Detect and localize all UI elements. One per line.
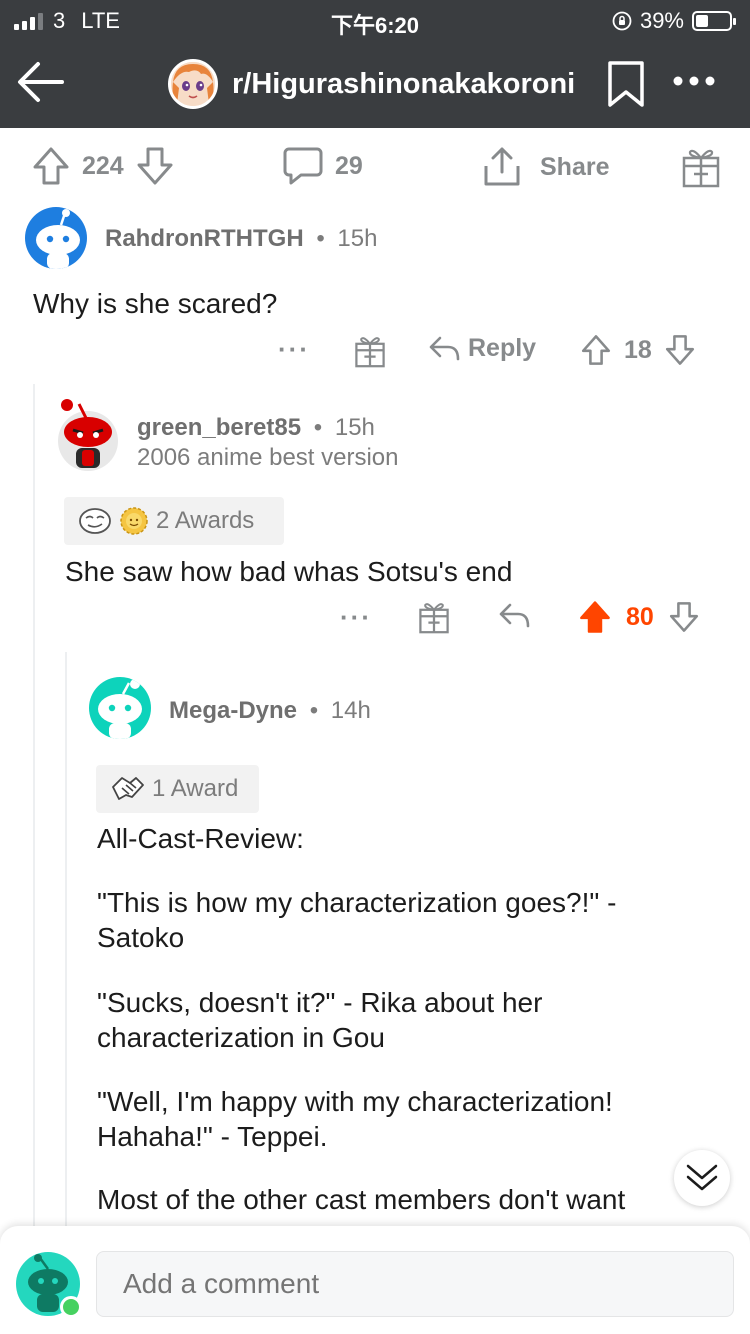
- comment-2-reply-button[interactable]: [498, 602, 530, 630]
- back-button[interactable]: [10, 54, 70, 110]
- post-award-button[interactable]: [681, 146, 721, 188]
- gift-icon: [419, 603, 449, 634]
- reply-icon: [499, 603, 530, 628]
- thread-line-depth-1[interactable]: [33, 384, 35, 1226]
- subreddit-title[interactable]: r/Higurashinonakakoroni: [168, 59, 575, 109]
- scroll-next-button[interactable]: [674, 1150, 730, 1206]
- comment-2-meta: green_beret85 • 15h: [137, 414, 375, 441]
- comment-2-username[interactable]: green_beret85: [137, 414, 301, 441]
- award-face-icon: [79, 508, 111, 534]
- comment-3-username[interactable]: Mega-Dyne: [169, 697, 297, 724]
- gift-icon: [682, 149, 720, 188]
- comment-1-reply-button[interactable]: Reply: [428, 334, 536, 363]
- orientation-lock-icon: [612, 11, 632, 31]
- top-header: 3 LTE 下午6:20 39% r/Higurashinonakakoroni: [0, 0, 750, 128]
- upvote-active-icon[interactable]: [578, 600, 612, 634]
- comment-1-award-button[interactable]: [354, 334, 386, 368]
- comment-2-more-button[interactable]: ···: [340, 602, 372, 633]
- comment-3-avatar[interactable]: [89, 677, 151, 739]
- bookmark-icon: [608, 61, 644, 107]
- comment-3-awards-label: 1 Award: [152, 775, 239, 802]
- comment-2-awards[interactable]: 2 Awards: [64, 497, 284, 545]
- comment-2-age: 15h: [334, 414, 375, 441]
- share-label: Share: [540, 152, 610, 181]
- gift-icon: [355, 337, 385, 368]
- back-arrow-icon: [18, 62, 64, 102]
- award-handshake-icon: [112, 777, 144, 800]
- award-sun-icon: [120, 507, 148, 535]
- battery-icon: [692, 11, 736, 31]
- reply-icon: [429, 336, 460, 360]
- battery-percent: 39%: [639, 8, 684, 33]
- comment-1-age: 15h: [337, 225, 378, 252]
- nav-bar: r/Higurashinonakakoroni: [0, 44, 750, 128]
- comment-1-more-button[interactable]: ···: [278, 334, 310, 365]
- subreddit-name: r/Higurashinonakakoroni: [232, 67, 576, 100]
- share-icon: [484, 147, 520, 186]
- comment-2-body: She saw how bad whas Sotsu's end: [65, 556, 513, 587]
- comment-3-paragraph-3: "Sucks, doesn't it?" - Rika about her ch…: [97, 987, 543, 1053]
- comment-3-paragraph-2: "This is how my characterization goes?!"…: [97, 887, 617, 953]
- subreddit-avatar: [168, 59, 218, 109]
- status-bar: 3 LTE 下午6:20 39%: [0, 0, 750, 44]
- comment-3-meta: Mega-Dyne • 14h: [169, 697, 371, 724]
- more-icon: [673, 76, 715, 86]
- comment-icon: [283, 147, 323, 185]
- comment-3-age: 14h: [330, 697, 371, 724]
- more-options-button[interactable]: [672, 74, 716, 92]
- comment-3-paragraph-1: All-Cast-Review:: [97, 823, 304, 854]
- share-button[interactable]: Share: [482, 146, 609, 188]
- comment-3-paragraph-4: "Well, I'm happy with my characterizatio…: [97, 1086, 613, 1152]
- comment-1-avatar[interactable]: [25, 207, 87, 269]
- comment-1-meta: RahdronRTHTGH • 15h: [105, 225, 378, 252]
- post-comment-count: 29: [335, 151, 363, 180]
- post-action-bar: 224 29 Share: [0, 128, 750, 210]
- comment-3-paragraph-5: Most of the other cast members don't wan…: [97, 1184, 626, 1215]
- comment-2-award-button[interactable]: [418, 600, 450, 634]
- online-status-indicator: [60, 1296, 82, 1318]
- comment-2-vote-count: 80: [626, 602, 654, 631]
- bookmark-button[interactable]: [606, 60, 646, 113]
- upvote-icon[interactable]: [580, 334, 612, 366]
- upvote-icon[interactable]: [32, 146, 70, 186]
- comment-1-username[interactable]: RahdronRTHTGH: [105, 225, 304, 252]
- comment-1-vote-count: 18: [624, 335, 652, 364]
- comment-2-awards-label: 2 Awards: [156, 507, 255, 534]
- downvote-icon[interactable]: [664, 334, 696, 366]
- post-vote-group: 224: [32, 146, 174, 186]
- user-avatar[interactable]: [16, 1252, 82, 1318]
- comment-2-flair: 2006 anime best version: [137, 444, 399, 471]
- thread-line-depth-2[interactable]: [65, 652, 67, 1226]
- add-comment-input[interactable]: [96, 1251, 734, 1317]
- downvote-icon[interactable]: [136, 146, 174, 186]
- post-comments-button[interactable]: 29: [283, 146, 363, 186]
- comment-1-vote-group: 18: [580, 334, 696, 366]
- comment-composer: [0, 1226, 750, 1334]
- comment-1-body: Why is she scared?: [33, 288, 278, 319]
- comment-2-avatar[interactable]: [57, 398, 119, 472]
- downvote-icon[interactable]: [668, 601, 700, 633]
- post-vote-count: 224: [82, 151, 124, 180]
- comment-1-reply-label: Reply: [468, 334, 537, 362]
- double-chevron-down-icon: [686, 1164, 718, 1191]
- comment-2-vote-group: 80: [578, 600, 700, 634]
- comment-3-awards[interactable]: 1 Award: [96, 765, 259, 813]
